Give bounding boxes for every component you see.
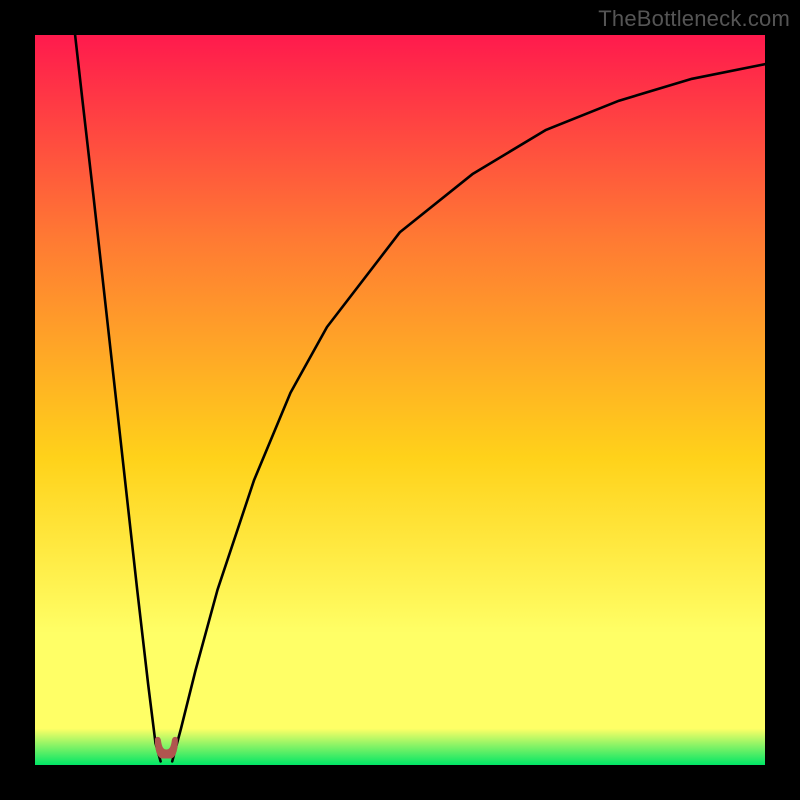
plot-area	[35, 35, 765, 765]
chart-svg	[35, 35, 765, 765]
chart-frame: TheBottleneck.com	[0, 0, 800, 800]
watermark-text: TheBottleneck.com	[598, 6, 790, 32]
